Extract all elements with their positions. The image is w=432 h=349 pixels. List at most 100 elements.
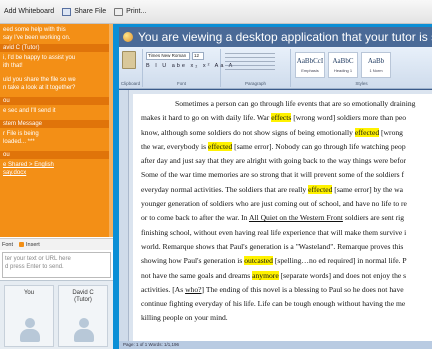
style-emphasis[interactable]: AaBbCcI Emphasis bbox=[295, 52, 325, 78]
avatar bbox=[19, 318, 41, 342]
chat-line: n take a look at it together? bbox=[3, 85, 76, 91]
document-line: finishing school, without even having re… bbox=[141, 226, 432, 240]
chat-message: eed some help with this say I've been wo… bbox=[0, 24, 113, 44]
font-size-select[interactable]: 12 bbox=[192, 52, 204, 60]
paragraph-buttons[interactable] bbox=[225, 53, 275, 73]
paste-button[interactable] bbox=[122, 51, 136, 69]
ribbon-group-paragraph: Paragraph bbox=[221, 49, 291, 87]
font-name-select[interactable]: Times New Roman bbox=[146, 52, 190, 60]
document-text: everyday normal activities. The soldiers… bbox=[141, 184, 309, 194]
chat-input-placeholder: ter your text or URL here bbox=[5, 256, 71, 262]
style-name: Emphasis bbox=[301, 68, 319, 73]
chat-input-placeholder: d press Enter to send. bbox=[5, 264, 64, 270]
ribbon-group-font: Times New Roman 12 B I U abe x₂ x² Aa A … bbox=[143, 49, 232, 87]
chat-panel: eed some help with this say I've been wo… bbox=[0, 24, 113, 349]
document-line: everyday normal activities. The soldiers… bbox=[141, 183, 432, 197]
highlighted-word: effects bbox=[271, 113, 292, 123]
status-bar: Page: 1 of 1 Words: 1/1,196 bbox=[119, 341, 432, 349]
underlined-text: All Quiet on the Western Front bbox=[248, 213, 343, 223]
document-text: killing people on your mind. bbox=[141, 313, 228, 323]
style-sample: AaBb bbox=[367, 57, 385, 65]
whiteboard-area: You are viewing a desktop application th… bbox=[116, 24, 432, 349]
print-label: Print... bbox=[126, 8, 147, 15]
document-text: activities. [As bbox=[141, 284, 186, 294]
document-page[interactable]: Sometimes a person can go through life e… bbox=[133, 94, 432, 341]
share-file-icon bbox=[62, 7, 72, 16]
style-name: 1 Norm bbox=[369, 68, 383, 73]
document-line: world. Remarque shows that Paul's genera… bbox=[141, 240, 432, 254]
document-line: killing people on your mind. bbox=[141, 311, 432, 325]
document-text: not have the same goals and dreams bbox=[141, 270, 253, 280]
chat-message: e Shared > English say.docx bbox=[0, 159, 113, 179]
insert-button[interactable]: Insert bbox=[19, 242, 40, 248]
insert-icon bbox=[19, 242, 25, 247]
document-text: younger generation of soldiers who are j… bbox=[141, 199, 407, 209]
printer-icon bbox=[114, 7, 124, 16]
document-text: [spelling…no ed required] in normal life… bbox=[272, 256, 407, 266]
document-text: ] The ending of this novel is a blessing… bbox=[201, 284, 404, 294]
font-button[interactable]: Font bbox=[2, 242, 13, 248]
print-button[interactable]: Print... bbox=[114, 7, 147, 16]
insert-label: Insert bbox=[26, 241, 40, 248]
document-text: [wrong bbox=[379, 127, 403, 137]
document-text: continue fighting everyday of his life. … bbox=[141, 299, 406, 309]
chat-line: say I've been working on. bbox=[3, 35, 71, 41]
participant-name: You bbox=[23, 290, 35, 296]
avatar bbox=[73, 318, 95, 342]
chat-input[interactable]: ter your text or URL here d press Enter … bbox=[2, 252, 111, 278]
chat-line: e sec and I'll send it bbox=[3, 108, 56, 114]
chat-sender: ou bbox=[0, 151, 113, 159]
participants-panel: You David C (Tutor) bbox=[0, 280, 113, 349]
chat-message: i, I'd be happy to assist you ith that! bbox=[0, 52, 113, 72]
highlighted-word: effected bbox=[207, 141, 233, 151]
chat-line: r File is being bbox=[3, 131, 39, 137]
participant-name: David C bbox=[72, 290, 94, 296]
document-area: Sometimes a person can go through life e… bbox=[119, 90, 432, 341]
document-text: after day and just say that they are alr… bbox=[141, 156, 407, 166]
document-text: [same error] by the wa bbox=[332, 184, 404, 194]
sharing-banner: You are viewing a desktop application th… bbox=[119, 27, 432, 47]
document-line: makes it hard to go on with daily life. … bbox=[141, 111, 432, 125]
document-text: [wrong word] soldiers more than peo bbox=[291, 113, 407, 123]
office-orb-icon bbox=[123, 32, 133, 42]
participant-role: (Tutor) bbox=[74, 297, 92, 303]
ribbon-group-clipboard: Clipboard bbox=[119, 49, 143, 87]
document-text: world. Remarque shows that Paul's genera… bbox=[141, 241, 404, 251]
highlighted-word: anymore bbox=[252, 270, 279, 280]
ribbon-group-label: Font bbox=[176, 81, 186, 86]
document-text: Some of the war time memories are so str… bbox=[141, 170, 404, 180]
document-line: after day and just say that they are alr… bbox=[141, 154, 432, 168]
shared-file-link[interactable]: say.docx bbox=[3, 169, 110, 177]
underlined-text: who? bbox=[185, 284, 202, 294]
document-line: continue fighting everyday of his life. … bbox=[141, 297, 432, 311]
chat-line: loaded... *** bbox=[3, 139, 35, 145]
word-ribbon: Clipboard Times New Roman 12 B I U abe x… bbox=[119, 47, 432, 89]
chat-sender: avid C (Tutor) bbox=[0, 44, 113, 52]
add-whiteboard-button[interactable]: Add Whiteboard bbox=[4, 8, 54, 15]
chat-transcript[interactable]: eed some help with this say I've been wo… bbox=[0, 24, 113, 237]
style-heading-1[interactable]: AaBbC Heading 1 bbox=[328, 52, 358, 78]
chat-line: eed some help with this bbox=[3, 27, 66, 33]
document-text: the war, everybody is bbox=[141, 141, 208, 151]
chat-line: ith that! bbox=[3, 63, 23, 69]
participant-you: You bbox=[4, 285, 54, 347]
chat-line: i, I'd be happy to assist you bbox=[3, 55, 76, 61]
vertical-ruler bbox=[119, 90, 129, 341]
share-file-button[interactable]: Share File bbox=[62, 7, 106, 16]
document-line: activities. [As who?] The ending of this… bbox=[141, 283, 432, 297]
style-normal[interactable]: AaBb 1 Norm bbox=[361, 52, 391, 78]
document-text: Sometimes a person can go through life e… bbox=[175, 99, 416, 108]
ribbon-group-label: Styles bbox=[355, 81, 368, 86]
document-line: Some of the war time memories are so str… bbox=[141, 168, 432, 182]
shared-file-link[interactable]: e Shared > English bbox=[3, 161, 110, 169]
chat-message: e sec and I'll send it bbox=[0, 105, 113, 117]
document-line: showing how Paul's generation is outcast… bbox=[141, 254, 432, 268]
document-text: showing how Paul's generation is bbox=[141, 256, 245, 266]
participant-tutor: David C (Tutor) bbox=[58, 285, 108, 347]
style-sample: AaBbC bbox=[332, 57, 354, 65]
chat-sender: ou bbox=[0, 97, 113, 105]
chat-message: uld you share the file so we n take a lo… bbox=[0, 72, 113, 94]
document-line: Sometimes a person can go through life e… bbox=[141, 97, 432, 111]
style-name: Heading 1 bbox=[333, 68, 353, 73]
style-sample: AaBbCcI bbox=[296, 57, 324, 65]
